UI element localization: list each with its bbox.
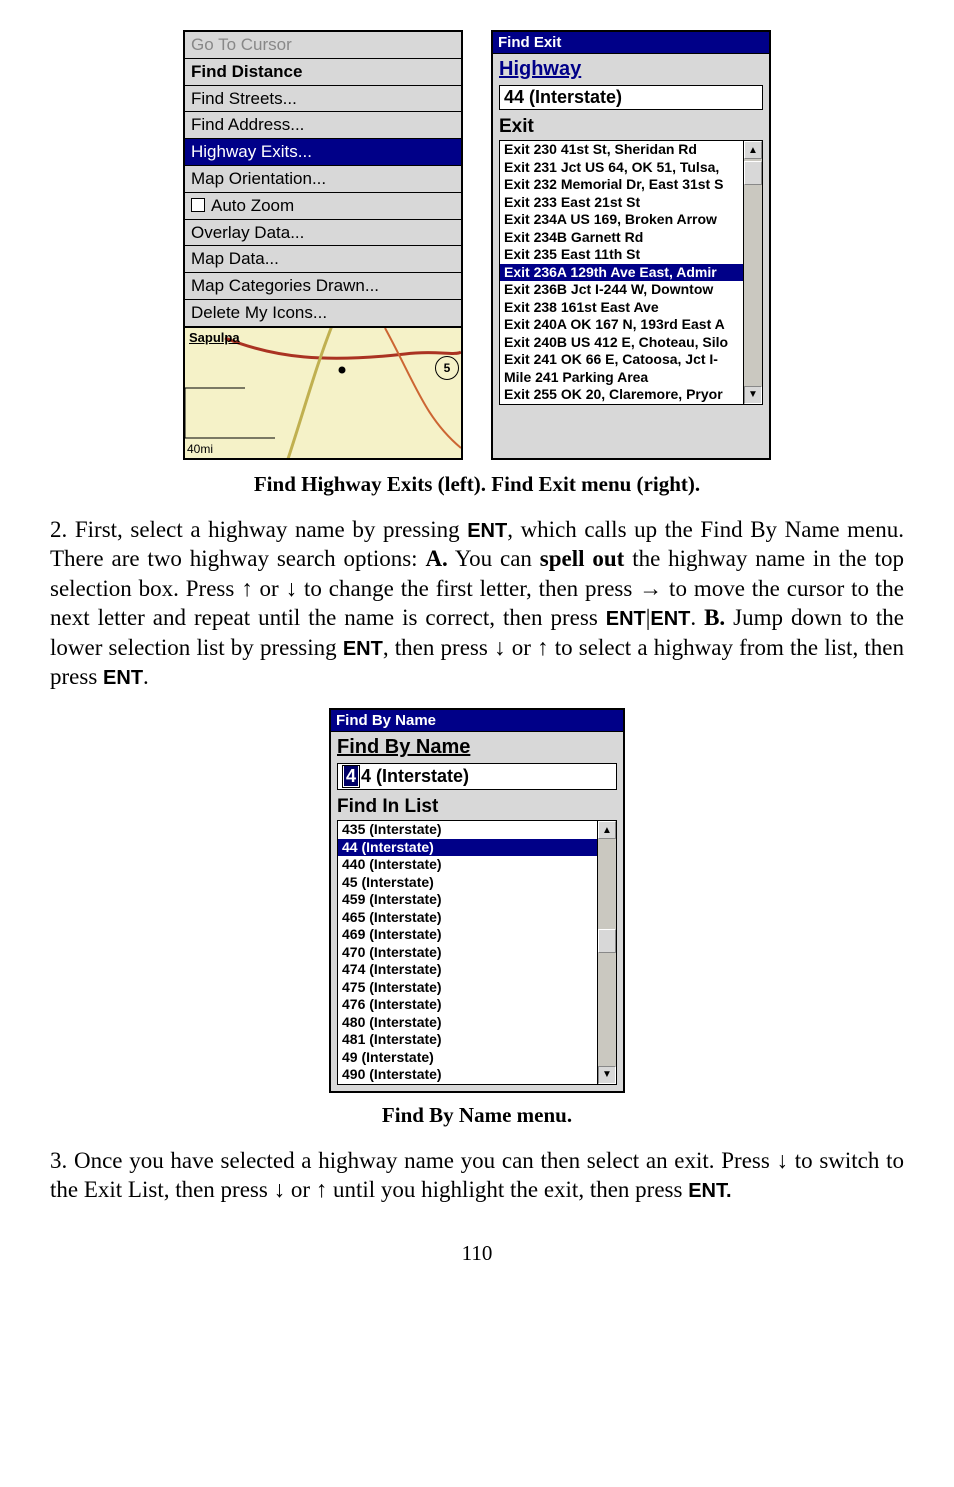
triangle-down-icon: ▼ [748, 389, 758, 400]
highway-header: Highway [493, 54, 769, 81]
find-exit-title: Find Exit [493, 32, 769, 54]
list-item[interactable]: Exit 238 161st East Ave [500, 299, 743, 317]
list-item[interactable]: 481 (Interstate) [338, 1031, 597, 1049]
scroll-track[interactable] [598, 839, 616, 1066]
map-label-sapulpa: Sapulpa [189, 330, 240, 345]
list-item[interactable]: 435 (Interstate) [338, 821, 597, 839]
find-by-name-title: Find By Name [331, 710, 623, 732]
highway-value-box[interactable]: 44 (Interstate) [499, 85, 763, 110]
scroll-track[interactable] [744, 159, 762, 386]
list-item[interactable]: Exit 234A US 169, Broken Arrow [500, 211, 743, 229]
step-2-paragraph: 2. First, select a highway name by press… [50, 515, 904, 692]
list-item[interactable]: 469 (Interstate) [338, 926, 597, 944]
menu-item[interactable]: Delete My Icons... [185, 299, 461, 326]
menu-item[interactable]: Map Orientation... [185, 165, 461, 192]
triangle-down-icon: ▼ [602, 1069, 612, 1080]
exit-header: Exit [493, 114, 769, 138]
list-item[interactable]: 459 (Interstate) [338, 891, 597, 909]
list-item[interactable]: 490 (Interstate) [338, 1066, 597, 1084]
list-item[interactable]: Exit 233 East 21st St [500, 194, 743, 212]
list-item[interactable]: Exit 232 Memorial Dr, East 31st S [500, 176, 743, 194]
triangle-up-icon: ▲ [748, 145, 758, 156]
scroll-thumb[interactable] [598, 929, 616, 953]
menu-item[interactable]: Overlay Data... [185, 219, 461, 246]
menu-item[interactable]: Find Address... [185, 111, 461, 138]
list-item[interactable]: Exit 255 OK 20, Claremore, Pryor [500, 386, 743, 404]
list-item[interactable]: Exit 240A OK 167 N, 193rd East A [500, 316, 743, 334]
map-marker-5: 5 [435, 356, 459, 380]
list-item[interactable]: Exit 230 41st St, Sheridan Rd [500, 141, 743, 159]
menu-item[interactable]: Auto Zoom [185, 192, 461, 219]
menu-item[interactable]: Go To Cursor [185, 32, 461, 58]
list-item[interactable]: Exit 235 East 11th St [500, 246, 743, 264]
list-item[interactable]: Exit 240B US 412 E, Choteau, Silo [500, 334, 743, 352]
name-input[interactable]: 44 (Interstate) [337, 763, 617, 790]
list-item[interactable]: Exit 236A 129th Ave East, Admir [500, 264, 743, 282]
scroll-up-button[interactable]: ▲ [744, 141, 762, 159]
list-item[interactable]: Mile 241 Parking Area [500, 369, 743, 387]
menu-panel: Go To CursorFind DistanceFind Streets...… [183, 30, 463, 460]
list-item[interactable]: 465 (Interstate) [338, 909, 597, 927]
list-item[interactable]: 475 (Interstate) [338, 979, 597, 997]
list-item[interactable]: 474 (Interstate) [338, 961, 597, 979]
list-item[interactable]: Exit 234B Garnett Rd [500, 229, 743, 247]
map-scale-label: 40mi [187, 442, 213, 456]
exit-listbox[interactable]: Exit 230 41st St, Sheridan RdExit 231 Jc… [499, 140, 763, 405]
map-menu-list: Go To CursorFind DistanceFind Streets...… [185, 32, 461, 326]
page-number: 110 [50, 1241, 904, 1266]
scroll-up-button[interactable]: ▲ [598, 821, 616, 839]
list-item[interactable]: Exit 231 Jct US 64, OK 51, Tulsa, [500, 159, 743, 177]
list-item[interactable]: 49 (Interstate) [338, 1049, 597, 1067]
list-item[interactable]: Exit 241 OK 66 E, Catoosa, Jct I- [500, 351, 743, 369]
menu-item[interactable]: Highway Exits... [185, 138, 461, 165]
menu-item[interactable]: Map Data... [185, 245, 461, 272]
exit-scrollbar[interactable]: ▲ ▼ [743, 141, 762, 404]
scroll-down-button[interactable]: ▼ [598, 1066, 616, 1084]
menu-item[interactable]: Find Streets... [185, 85, 461, 112]
list-item[interactable]: 480 (Interstate) [338, 1014, 597, 1032]
scroll-down-button[interactable]: ▼ [744, 386, 762, 404]
highway-listbox[interactable]: 435 (Interstate)44 (Interstate)440 (Inte… [337, 820, 617, 1085]
step-3-paragraph: 3. Once you have selected a highway name… [50, 1146, 904, 1205]
highway-scrollbar[interactable]: ▲ ▼ [597, 821, 616, 1084]
list-item[interactable]: 44 (Interstate) [338, 839, 597, 857]
list-item[interactable]: 45 (Interstate) [338, 874, 597, 892]
figure2-caption: Find By Name menu. [50, 1103, 904, 1128]
find-in-list-header: Find In List [331, 794, 623, 818]
figure1-caption: Find Highway Exits (left). Find Exit men… [50, 472, 904, 497]
menu-item[interactable]: Find Distance [185, 58, 461, 85]
list-item[interactable]: Exit 236B Jct I-244 W, Downtow [500, 281, 743, 299]
map-thumbnail: Sapulpa 40mi 5 [185, 326, 461, 458]
list-item[interactable]: 470 (Interstate) [338, 944, 597, 962]
list-item[interactable]: 476 (Interstate) [338, 996, 597, 1014]
menu-item[interactable]: Map Categories Drawn... [185, 272, 461, 299]
find-by-name-header: Find By Name [331, 732, 623, 759]
scroll-thumb[interactable] [744, 161, 762, 185]
find-exit-panel: Find Exit Highway 44 (Interstate) Exit E… [491, 30, 771, 460]
triangle-up-icon: ▲ [602, 825, 612, 836]
figure-1: Go To CursorFind DistanceFind Streets...… [50, 30, 904, 460]
list-item[interactable]: 440 (Interstate) [338, 856, 597, 874]
find-by-name-panel: Find By Name Find By Name 44 (Interstate… [329, 708, 625, 1093]
